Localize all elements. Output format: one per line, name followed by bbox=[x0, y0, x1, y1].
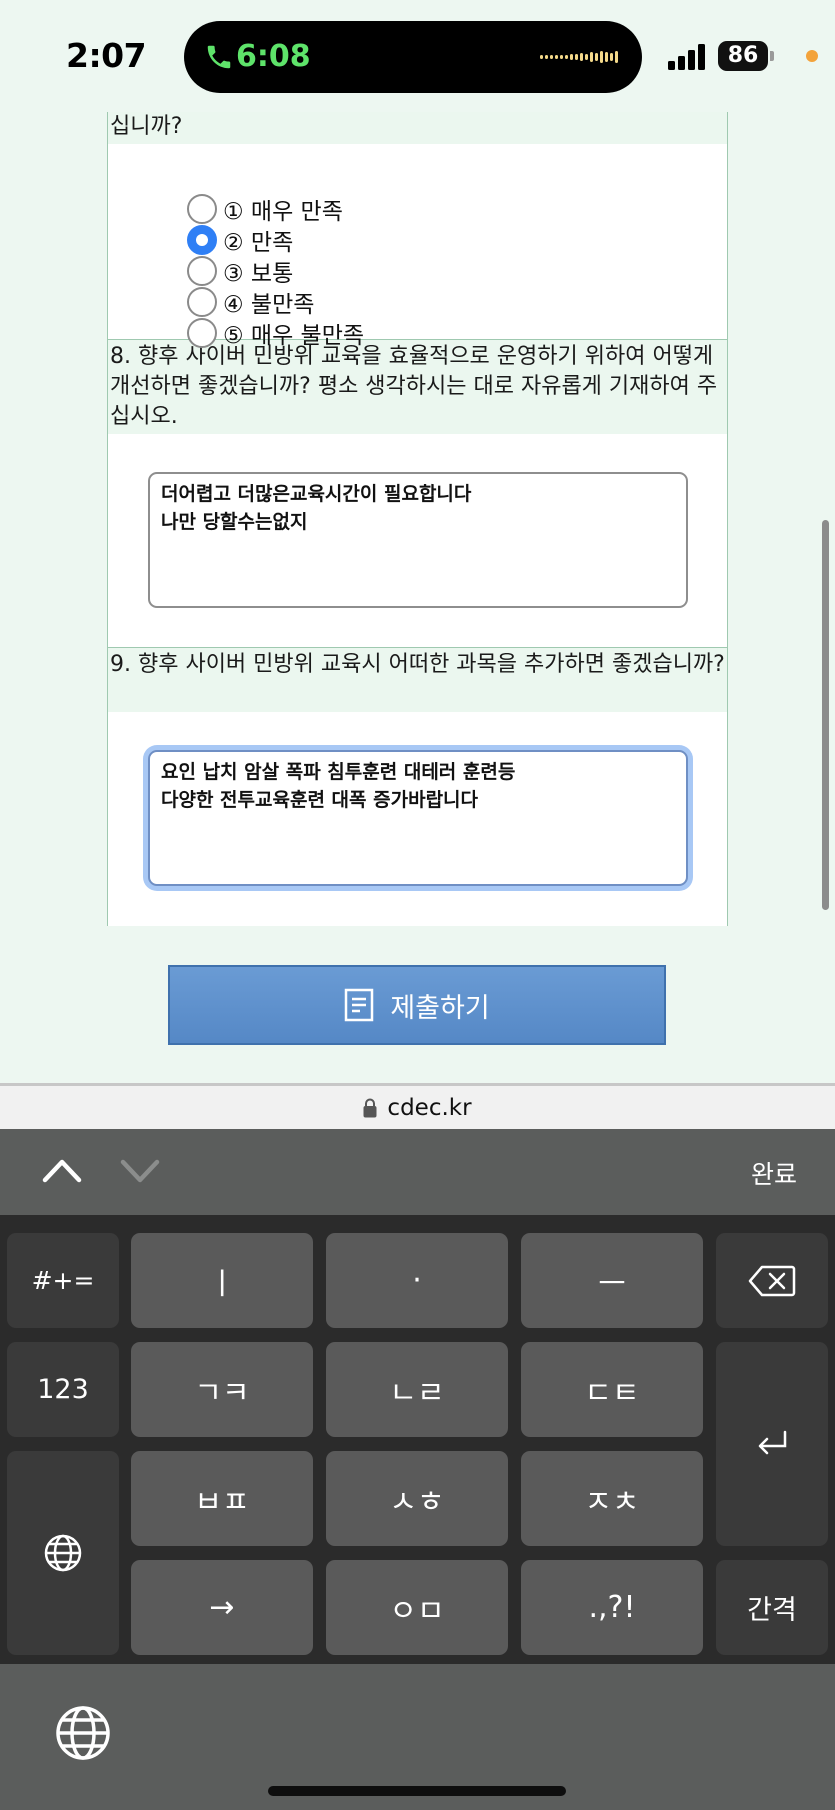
keyboard-bottom-bar bbox=[0, 1664, 835, 1810]
battery-tip bbox=[770, 51, 774, 61]
status-bar: 2:07 6:08 86 bbox=[0, 0, 835, 112]
key-vowel-dot[interactable]: · bbox=[326, 1233, 508, 1328]
dynamic-island-call[interactable]: 6:08 bbox=[184, 21, 642, 93]
answer-9-textarea-focused[interactable]: 요인 납치 암살 폭파 침투훈련 대테러 훈련등 다양한 전투교육훈련 대폭 증… bbox=[148, 750, 688, 886]
cellular-signal-icon bbox=[668, 44, 705, 70]
address-bar[interactable]: cdec.kr bbox=[0, 1083, 835, 1129]
backspace-icon bbox=[748, 1265, 796, 1296]
radio-button[interactable] bbox=[187, 287, 217, 317]
key-vowel-eu[interactable]: ㅡ bbox=[521, 1233, 703, 1328]
question-8-text: 8. 향후 사이버 민방위 교육을 효율적으로 운영하기 위하여 어떻게 개선하… bbox=[108, 340, 727, 434]
option-label: ② 만족 bbox=[223, 230, 294, 256]
phone-icon bbox=[207, 45, 231, 69]
document-icon bbox=[345, 988, 374, 1022]
key-vowel-i[interactable]: ㅣ bbox=[131, 1233, 313, 1328]
keyboard-toolbar: 완료 bbox=[0, 1129, 835, 1215]
audio-wave-icon bbox=[540, 51, 618, 63]
page-scrollbar[interactable] bbox=[822, 520, 829, 910]
privacy-indicator-dot bbox=[806, 50, 818, 62]
key-ieung-mieum[interactable]: ㅇㅁ bbox=[326, 1560, 508, 1655]
option-dissatisfied[interactable]: ④ 불만족 bbox=[187, 287, 315, 318]
done-button[interactable]: 완료 bbox=[751, 1155, 797, 1191]
question-8-answer: 더어렵고 더많은교육시간이 필요합니다 나만 당할수는없지 bbox=[108, 434, 727, 648]
globe-icon[interactable] bbox=[54, 1704, 112, 1762]
question-7-text: 십니까? bbox=[108, 112, 727, 144]
key-jieut-chieut[interactable]: ㅈㅊ bbox=[521, 1451, 703, 1546]
battery-level: 86 bbox=[718, 41, 768, 71]
key-globe[interactable] bbox=[7, 1451, 119, 1655]
key-nieun-rieul[interactable]: ㄴㄹ bbox=[326, 1342, 508, 1437]
radio-button[interactable] bbox=[187, 256, 217, 286]
survey-form: 십니까? ① 매우 만족 ② 만족 ③ 보통 ④ 불만족 ⑤ 매우 불만족 8.… bbox=[107, 112, 728, 926]
question-7-options: ① 매우 만족 ② 만족 ③ 보통 ④ 불만족 ⑤ 매우 불만족 bbox=[108, 144, 727, 349]
option-very-satisfied[interactable]: ① 매우 만족 bbox=[187, 194, 343, 225]
return-icon bbox=[758, 1430, 787, 1455]
lock-icon bbox=[363, 1098, 377, 1117]
submit-label: 제출하기 bbox=[390, 992, 490, 1024]
option-neutral[interactable]: ③ 보통 bbox=[187, 256, 294, 287]
key-return[interactable] bbox=[716, 1342, 828, 1546]
key-bieup-pieup[interactable]: ㅂㅍ bbox=[131, 1451, 313, 1546]
home-indicator[interactable] bbox=[268, 1786, 566, 1796]
option-satisfied[interactable]: ② 만족 bbox=[187, 225, 294, 256]
key-digeut-tieut[interactable]: ㄷㅌ bbox=[521, 1342, 703, 1437]
option-label: ③ 보통 bbox=[223, 261, 294, 287]
key-giyeok-kieuk[interactable]: ㄱㅋ bbox=[131, 1342, 313, 1437]
battery-indicator: 86 bbox=[718, 41, 774, 71]
radio-button[interactable] bbox=[187, 194, 217, 224]
key-numbers[interactable]: 123 bbox=[7, 1342, 119, 1437]
chevron-down-icon[interactable] bbox=[120, 1159, 160, 1185]
option-label: ① 매우 만족 bbox=[223, 199, 343, 225]
key-backspace[interactable] bbox=[716, 1233, 828, 1328]
radio-button[interactable] bbox=[187, 318, 217, 348]
radio-button-selected[interactable] bbox=[187, 225, 217, 255]
option-label: ④ 불만족 bbox=[223, 292, 315, 318]
key-arrow-right[interactable]: → bbox=[131, 1560, 313, 1655]
question-9-text: 9. 향후 사이버 민방위 교육시 어떠한 과목을 추가하면 좋겠습니까? bbox=[108, 648, 727, 712]
call-timer: 6:08 bbox=[236, 39, 311, 74]
globe-icon bbox=[44, 1534, 82, 1572]
option-label: ⑤ 매우 불만족 bbox=[223, 323, 365, 349]
question-9-answer: 요인 납치 암살 폭파 침투훈련 대테러 훈련등 다양한 전투교육훈련 대폭 증… bbox=[108, 712, 727, 926]
key-punctuation[interactable]: .,?! bbox=[521, 1560, 703, 1655]
key-siot-hieut[interactable]: ㅅㅎ bbox=[326, 1451, 508, 1546]
status-time: 2:07 bbox=[66, 36, 147, 75]
chevron-up-icon[interactable] bbox=[42, 1157, 82, 1183]
key-symbols[interactable]: #+= bbox=[7, 1233, 119, 1328]
option-very-dissatisfied[interactable]: ⑤ 매우 불만족 bbox=[187, 318, 365, 349]
submit-button[interactable]: 제출하기 bbox=[168, 965, 666, 1045]
url-text: cdec.kr bbox=[387, 1094, 472, 1121]
key-space[interactable]: 간격 bbox=[716, 1560, 828, 1655]
answer-8-textarea[interactable]: 더어렵고 더많은교육시간이 필요합니다 나만 당할수는없지 bbox=[148, 472, 688, 608]
